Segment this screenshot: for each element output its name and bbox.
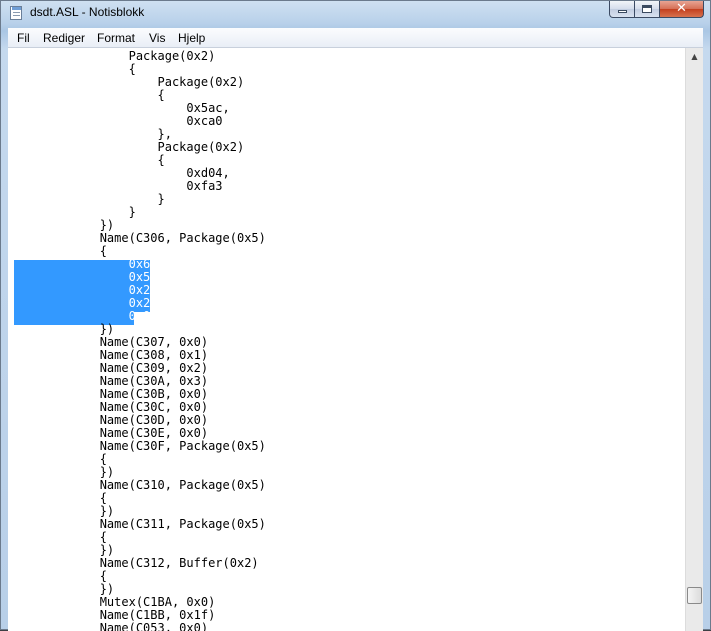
menu-help[interactable]: Hjelp	[178, 31, 205, 45]
menu-file[interactable]: Fil	[17, 31, 30, 45]
window-title: dsdt.ASL - Notisblokk	[30, 5, 145, 19]
vertical-scrollbar[interactable]: ▲	[685, 48, 703, 631]
close-icon: ✕	[676, 1, 687, 16]
menu-bar: Fil Rediger Format Vis Hjelp	[8, 28, 703, 48]
maximize-button[interactable]	[635, 1, 660, 18]
title-bar[interactable]: dsdt.ASL - Notisblokk ✕	[1, 1, 710, 25]
document-text[interactable]: Package(0x2) { Package(0x2) { 0x5ac, 0xc…	[13, 50, 266, 631]
text-editor-area[interactable]: Package(0x2) { Package(0x2) { 0x5ac, 0xc…	[8, 48, 703, 631]
notepad-app-icon[interactable]	[10, 6, 22, 20]
scrollbar-thumb[interactable]	[687, 587, 702, 604]
close-button[interactable]: ✕	[660, 1, 704, 18]
notepad-window: dsdt.ASL - Notisblokk ✕ Fil Rediger Form…	[0, 0, 711, 631]
window-controls: ✕	[609, 1, 704, 19]
minimize-button[interactable]	[609, 1, 635, 18]
menu-view[interactable]: Vis	[149, 31, 165, 45]
menu-edit[interactable]: Rediger	[43, 31, 85, 45]
menu-format[interactable]: Format	[97, 31, 135, 45]
scroll-up-arrow-icon[interactable]: ▲	[686, 48, 703, 65]
